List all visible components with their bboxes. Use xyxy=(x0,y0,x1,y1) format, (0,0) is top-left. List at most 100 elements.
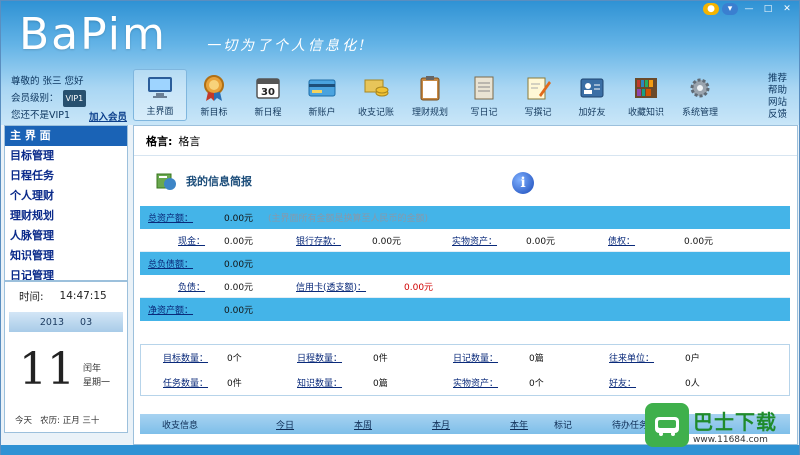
total-liab-row: 总负债额： 0.00元 xyxy=(140,252,790,275)
lunar-label: 农历: xyxy=(40,416,60,426)
tool-collect-knowledge[interactable]: 收藏知识 xyxy=(619,69,673,121)
user-info: 尊敬的 张三 您好 会员级别： VIP1 您还不是VIP1 xyxy=(11,73,87,124)
link-website[interactable]: 网站 xyxy=(768,97,787,109)
total-assets-note: (主界面所有金额是换算至人民币的金额) xyxy=(268,214,429,224)
claims-label[interactable]: 债权： xyxy=(608,234,635,247)
physical-label[interactable]: 实物资产： xyxy=(452,234,497,247)
tool-system-admin[interactable]: 系统管理 xyxy=(673,69,727,121)
app-logo: BaPim xyxy=(19,9,167,60)
info-brief-icon xyxy=(156,173,176,190)
total-assets-value: 0.00元 xyxy=(224,214,254,224)
tool-write-note[interactable]: 写撰记 xyxy=(511,69,565,121)
site-watermark: 巴士下载 www.11684.com xyxy=(645,400,795,450)
tool-new-account[interactable]: 新账户 xyxy=(295,69,349,121)
sidebar-item-home[interactable]: 主 界 面 xyxy=(5,126,127,146)
join-member-link[interactable]: 加入会员 xyxy=(89,109,127,123)
calendar-day: 11 xyxy=(19,344,75,395)
gear-icon xyxy=(685,74,715,102)
user-not-vip: 您还不是VIP1 xyxy=(11,110,71,121)
diary-label[interactable]: 日记数量： xyxy=(453,351,498,364)
clock-calendar: 时间: 14:47:15 2013 03 11 闰年 星期一 今天 农历: 正月… xyxy=(4,281,128,433)
stats-physical-value: 0个 xyxy=(529,379,544,389)
friends-value: 0人 xyxy=(685,379,700,389)
bank-label[interactable]: 银行存款： xyxy=(296,234,341,247)
minimize-icon[interactable]: — xyxy=(741,3,757,15)
maximize-icon[interactable]: □ xyxy=(760,3,776,15)
tool-new-schedule[interactable]: 30 新日程 xyxy=(241,69,295,121)
net-label[interactable]: 净资产额： xyxy=(148,303,193,316)
lunar-row: 今天 农历: 正月 三十 xyxy=(15,414,99,426)
coins-icon xyxy=(361,74,391,102)
partners-label[interactable]: 往来单位： xyxy=(609,351,654,364)
total-assets-label[interactable]: 总资产额： xyxy=(148,211,193,224)
watermark-url: www.11684.com xyxy=(693,434,768,445)
time-value: 14:47:15 xyxy=(59,290,107,302)
day-info: 闰年 星期一 xyxy=(83,362,110,390)
watermark-title: 巴士下载 xyxy=(693,409,777,434)
tool-label: 写撰记 xyxy=(524,108,552,118)
sidebar-item-goals[interactable]: 目标管理 xyxy=(5,146,127,166)
sidebar-item-diary[interactable]: 日记管理 xyxy=(5,266,127,280)
tool-new-goal[interactable]: 新目标 xyxy=(187,69,241,121)
tool-label: 收支记账 xyxy=(357,108,394,118)
total-assets-row: 总资产额： 0.00元 (主界面所有金额是换算至人民币的金额) xyxy=(140,206,790,229)
friends-label[interactable]: 好友： xyxy=(609,376,636,389)
link-help[interactable]: 帮助 xyxy=(768,85,787,97)
diary-value: 0篇 xyxy=(529,354,544,364)
link-feedback[interactable]: 反馈 xyxy=(768,109,787,121)
watermark-text: 巴士下载 www.11684.com xyxy=(693,406,777,445)
sidebar-item-finance[interactable]: 个人理财 xyxy=(5,186,127,206)
skin-icon[interactable]: ● xyxy=(703,3,719,15)
motto-bar: 格言: 格言 xyxy=(134,126,797,156)
income-label: 收支信息 xyxy=(162,420,199,431)
calendar-body: 11 闰年 星期一 xyxy=(5,334,127,414)
tool-label: 系统管理 xyxy=(681,108,718,118)
debt-label[interactable]: 负债： xyxy=(178,280,205,293)
tool-add-friend[interactable]: 加好友 xyxy=(565,69,619,121)
goals-label[interactable]: 目标数量： xyxy=(163,351,208,364)
col-month[interactable]: 本月 xyxy=(432,418,450,431)
diary-icon xyxy=(469,74,499,102)
link-recommend[interactable]: 推荐 xyxy=(768,73,787,85)
total-liab-label[interactable]: 总负债额： xyxy=(148,257,193,270)
tool-bookkeeping[interactable]: 收支记账 xyxy=(349,69,403,121)
col-year[interactable]: 本年 xyxy=(510,418,528,431)
calendar-icon: 30 xyxy=(253,74,283,102)
tool-write-diary[interactable]: 写日记 xyxy=(457,69,511,121)
monitor-icon xyxy=(145,73,175,101)
menu-icon[interactable]: ▾ xyxy=(722,3,738,15)
level-label: 会员级别： xyxy=(11,93,59,104)
info-icon[interactable]: i xyxy=(512,172,534,194)
partners-value: 0户 xyxy=(685,354,700,364)
cash-label[interactable]: 现金： xyxy=(178,234,205,247)
bank-value: 0.00元 xyxy=(372,236,402,247)
credit-label[interactable]: 信用卡(透支额)： xyxy=(296,280,366,293)
tasks-label[interactable]: 任务数量： xyxy=(163,376,208,389)
sidebar-item-contacts[interactable]: 人脉管理 xyxy=(5,226,127,246)
medal-icon xyxy=(199,74,229,102)
leap-year: 闰年 xyxy=(83,364,102,374)
sidebar-item-planning[interactable]: 理财规划 xyxy=(5,206,127,226)
knowledge-label[interactable]: 知识数量： xyxy=(297,376,342,389)
sidebar-item-knowledge[interactable]: 知识管理 xyxy=(5,246,127,266)
calendar-year: 2013 xyxy=(39,316,65,328)
watermark-logo xyxy=(645,403,689,447)
tool-home[interactable]: 主界面 xyxy=(133,69,187,121)
close-icon[interactable]: ✕ xyxy=(779,3,795,15)
col-today[interactable]: 今日 xyxy=(276,418,294,431)
goals-value: 0个 xyxy=(227,354,242,364)
tool-label: 新账户 xyxy=(308,108,336,118)
tool-label: 主界面 xyxy=(146,107,174,117)
stats-physical-label[interactable]: 实物资产： xyxy=(453,376,498,389)
col-week[interactable]: 本周 xyxy=(354,418,372,431)
schedule-value: 0件 xyxy=(373,354,388,364)
tool-finance-plan[interactable]: 理财规划 xyxy=(403,69,457,121)
calendar-header: 2013 03 xyxy=(9,312,123,332)
tasks-value: 0件 xyxy=(227,379,242,389)
weekday: 星期一 xyxy=(83,378,111,388)
total-liab-value: 0.00元 xyxy=(224,260,254,270)
user-greeting: 尊敬的 张三 您好 xyxy=(11,76,84,87)
sidebar-item-schedule[interactable]: 日程任务 xyxy=(5,166,127,186)
schedule-label[interactable]: 日程数量： xyxy=(297,351,342,364)
tool-label: 收藏知识 xyxy=(627,108,664,118)
